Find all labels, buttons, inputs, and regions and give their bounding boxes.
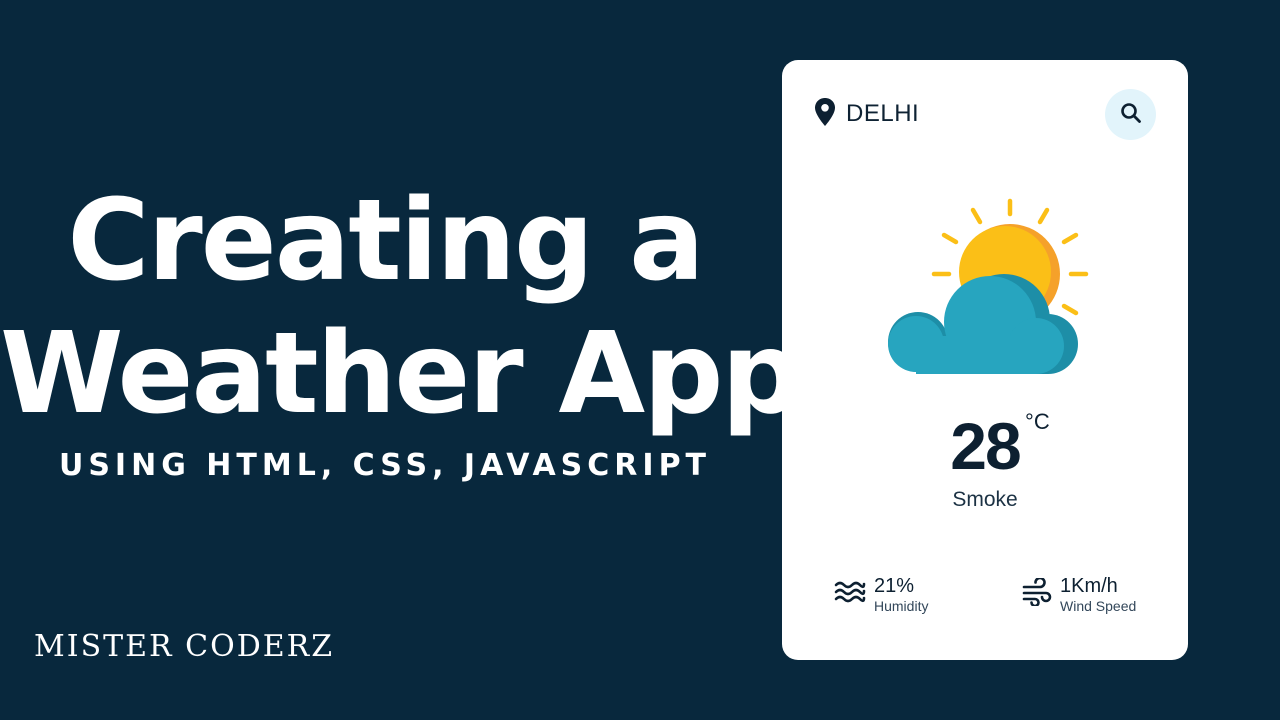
headline-line-2: Weather App [0, 309, 802, 439]
location: DELHI [814, 97, 919, 131]
temperature-value: 28 °C [950, 409, 1050, 483]
brand-name: MISTER CODERZ [34, 629, 335, 664]
map-pin-icon [814, 97, 836, 131]
waves-icon [834, 579, 866, 609]
wind-icon [1022, 576, 1052, 610]
wind-speed-value: 1Km/h [1060, 575, 1118, 597]
temperature: 28 °C [782, 408, 1188, 484]
wind-stat: 1Km/h Wind Speed [1022, 574, 1136, 614]
subtitle: USING HTML, CSS, JAVASCRIPT [58, 448, 712, 483]
location-name: DELHI [846, 100, 920, 127]
search-icon [1119, 101, 1143, 129]
headline-line-1: Creating a [67, 176, 704, 306]
search-button[interactable] [1105, 89, 1156, 140]
humidity-stat: 21% Humidity [834, 574, 928, 614]
wind-speed-label: Wind Speed [1060, 598, 1137, 614]
weather-condition: Smoke [952, 488, 1018, 511]
humidity-value: 21% [874, 575, 915, 597]
sun-behind-cloud-icon [878, 194, 1092, 380]
humidity-label: Humidity [874, 598, 929, 614]
weather-card: DELHI 28 °C Smoke 21% Humidity 1Km/h Win… [782, 60, 1188, 660]
temperature-unit: °C [1025, 409, 1050, 434]
